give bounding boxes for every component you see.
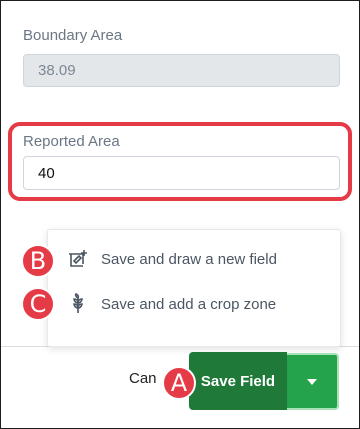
menu-item-label: Save and add a crop zone [101,295,277,313]
field-form-panel: Boundary Area 38.09 Reported Area 40 Sav… [0,0,360,429]
reported-area-value: 40 [38,164,55,182]
menu-item-save-and-draw-field[interactable]: Save and draw a new field [48,237,340,281]
save-options-dropdown-button[interactable] [287,353,339,410]
crop-zone-icon [67,293,89,315]
annotation-badge-b: B [21,244,55,278]
reported-area-input[interactable]: 40 [23,156,340,190]
boundary-area-label: Boundary Area [23,27,123,44]
reported-area-label: Reported Area [23,133,120,150]
annotation-badge-a: A [162,366,196,400]
annotation-badge-c: C [21,287,55,321]
save-field-label: Save Field [200,372,276,390]
save-field-button[interactable]: Save Field [189,352,287,410]
caret-down-icon [306,373,318,391]
cancel-button[interactable]: Can [129,370,157,387]
menu-item-save-and-add-crop-zone[interactable]: Save and add a crop zone [48,282,340,326]
boundary-area-field: 38.09 [23,54,340,87]
save-options-menu: Save and draw a new field Save and add a… [47,229,341,347]
draw-field-icon [67,248,89,270]
menu-item-label: Save and draw a new field [101,250,277,268]
boundary-area-value: 38.09 [38,62,76,79]
